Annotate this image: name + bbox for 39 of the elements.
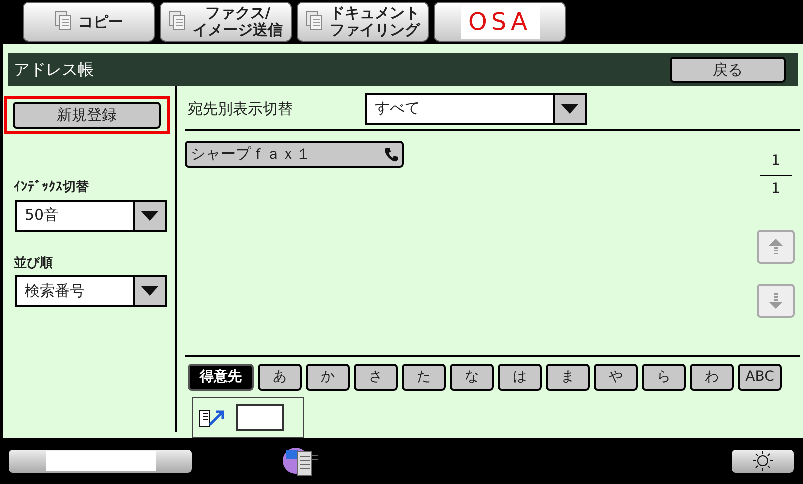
- index-tab[interactable]: や: [594, 364, 638, 391]
- phone-icon: [384, 146, 398, 162]
- sun-icon: [753, 451, 773, 471]
- arrow-down-icon: [769, 293, 783, 309]
- dropdown-arrow-icon: [561, 104, 579, 114]
- back-button[interactable]: 戻る: [670, 56, 786, 82]
- status-button[interactable]: [9, 450, 192, 472]
- page-current: 1: [772, 152, 780, 171]
- index-tab[interactable]: た: [402, 364, 446, 391]
- index-switch-label: ｲﾝﾃﾞｯｸｽ切替: [14, 179, 90, 197]
- index-tab[interactable]: は: [498, 364, 542, 391]
- destination-filter-label: 宛先別表示切替: [187, 99, 294, 120]
- index-tab[interactable]: な: [450, 364, 494, 391]
- logo-tab[interactable]: OSA: [434, 2, 566, 42]
- window-title: アドレス帳: [14, 58, 94, 80]
- sort-order-label: 並び順: [14, 254, 54, 272]
- index-tab[interactable]: あ: [258, 364, 302, 391]
- arrow-up-icon: [769, 239, 783, 255]
- index-tab[interactable]: か: [306, 364, 350, 391]
- index-tab[interactable]: わ: [690, 364, 734, 391]
- dropdown-arrow-icon: [141, 210, 159, 220]
- index-tab[interactable]: ま: [546, 364, 590, 391]
- number-field[interactable]: [236, 404, 284, 431]
- mode-tab[interactable]: ドキュメント ファイリング: [297, 2, 429, 42]
- mode-tab[interactable]: ファクス/ イメージ送信: [160, 2, 292, 42]
- new-entry-button[interactable]: 新規登録: [13, 102, 161, 128]
- dropdown[interactable]: 検索番号: [15, 275, 167, 307]
- brightness-button[interactable]: [732, 450, 794, 472]
- address-entry[interactable]: シャープｆａｘ１: [185, 141, 404, 168]
- dropdown[interactable]: 50音: [15, 200, 167, 232]
- dropdown[interactable]: すべて: [365, 92, 587, 124]
- mode-tab[interactable]: コピー: [23, 2, 155, 42]
- index-tab[interactable]: 得意先: [188, 364, 254, 391]
- index-tab[interactable]: ABC: [738, 364, 782, 391]
- document-stack-icon: [54, 11, 74, 33]
- page-total: 1: [772, 180, 780, 199]
- index-tab[interactable]: さ: [354, 364, 398, 391]
- index-tab[interactable]: ら: [642, 364, 686, 391]
- dropdown-arrow-icon: [141, 286, 159, 296]
